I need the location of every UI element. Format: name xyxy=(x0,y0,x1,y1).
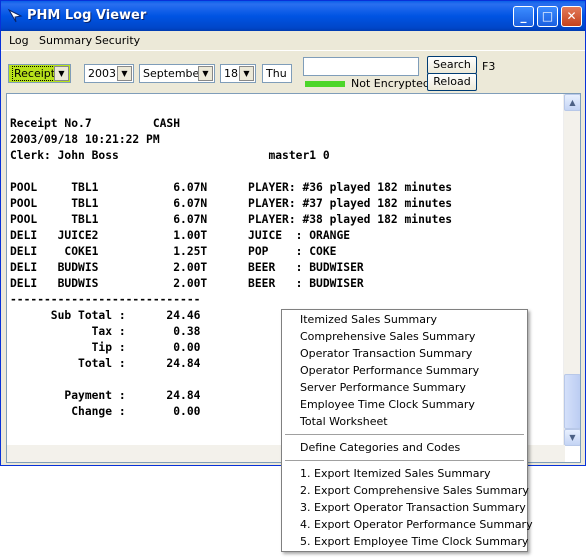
menu-bar: Log Summary Security xyxy=(1,31,585,51)
menu-item-export-employee-time-clock[interactable]: 5. Export Employee Time Clock Summary xyxy=(300,535,528,548)
menu-item-export-operator-performance[interactable]: 4. Export Operator Performance Summary xyxy=(300,518,533,531)
receipt-type-select[interactable]: Receipt ▼ xyxy=(8,64,71,83)
menu-item-total-worksheet[interactable]: Total Worksheet xyxy=(300,415,388,428)
summary-dropdown-menu: Itemized Sales Summary Comprehensive Sal… xyxy=(281,309,533,552)
menu-item-employee-time-clock[interactable]: Employee Time Clock Summary xyxy=(300,398,475,411)
search-input[interactable] xyxy=(303,57,419,76)
receipt-header-line: 2003/09/18 10:21:22 PM xyxy=(10,133,160,146)
menu-item-export-itemized[interactable]: 1. Export Itemized Sales Summary xyxy=(300,467,491,480)
menu-security[interactable]: Security xyxy=(95,34,140,47)
day-value: 18 xyxy=(224,67,238,80)
menu-item-define-categories[interactable]: Define Categories and Codes xyxy=(300,441,460,454)
menu-item-comprehensive-sales[interactable]: Comprehensive Sales Summary xyxy=(300,330,475,343)
receipt-header-line: Receipt No.7 CASH xyxy=(10,117,181,130)
minimize-button[interactable]: _ xyxy=(513,6,534,27)
menu-item-operator-performance[interactable]: Operator Performance Summary xyxy=(300,364,479,377)
month-value: September xyxy=(143,67,204,80)
menu-log[interactable]: Log xyxy=(9,34,29,47)
shortcut-label: F3 xyxy=(482,60,496,73)
receipt-header-line: Clerk: John Boss master1 0 xyxy=(10,149,330,162)
window-title: PHM Log Viewer xyxy=(27,8,147,23)
menu-item-export-comprehensive[interactable]: 2. Export Comprehensive Sales Summary xyxy=(300,484,529,497)
arrow-up-icon[interactable]: ▲ xyxy=(564,94,580,111)
vertical-scrollbar[interactable]: ▲ ▼ xyxy=(563,94,580,446)
encryption-indicator xyxy=(305,81,345,87)
menu-item-operator-transaction[interactable]: Operator Transaction Summary xyxy=(300,347,472,360)
toolbar: Receipt ▼ 2003 ▼ September ▼ 18 ▼ Thu No… xyxy=(1,52,585,92)
arrow-down-icon[interactable]: ▼ xyxy=(564,429,580,446)
receipt-item-line: POOL TBL1 6.07N PLAYER: #37 played 182 m… xyxy=(10,197,453,210)
maximize-button[interactable]: □ xyxy=(537,6,558,27)
menu-separator xyxy=(285,460,524,461)
chevron-down-icon: ▼ xyxy=(239,66,254,81)
weekday-field: Thu xyxy=(262,64,292,83)
year-value: 2003 xyxy=(88,67,116,80)
receipt-item-line: POOL TBL1 6.07N PLAYER: #38 played 182 m… xyxy=(10,213,453,226)
year-select[interactable]: 2003 ▼ xyxy=(84,64,134,83)
receipt-type-value: Receipt xyxy=(12,66,58,81)
chevron-down-icon: ▼ xyxy=(117,66,132,81)
receipt-item-line: POOL TBL1 6.07N PLAYER: #36 played 182 m… xyxy=(10,181,453,194)
menu-item-export-operator-transaction[interactable]: 3. Export Operator Transaction Summary xyxy=(300,501,526,514)
chevron-down-icon: ▼ xyxy=(54,66,69,81)
reload-button[interactable]: Reload xyxy=(427,73,477,91)
close-button[interactable]: ✕ xyxy=(561,6,582,27)
title-bar[interactable]: PHM Log Viewer _ □ ✕ xyxy=(1,1,585,31)
scroll-thumb[interactable] xyxy=(564,374,580,429)
search-button[interactable]: Search xyxy=(427,56,477,74)
menu-summary[interactable]: Summary xyxy=(39,34,92,47)
receipt-item-line: DELI COKE1 1.25T POP : COKE xyxy=(10,245,337,258)
menu-item-server-performance[interactable]: Server Performance Summary xyxy=(300,381,466,394)
month-select[interactable]: September ▼ xyxy=(139,64,215,83)
app-icon xyxy=(7,8,23,23)
menu-item-itemized-sales[interactable]: Itemized Sales Summary xyxy=(300,313,437,326)
chevron-down-icon: ▼ xyxy=(198,66,213,81)
menu-separator xyxy=(285,434,524,435)
day-select[interactable]: 18 ▼ xyxy=(220,64,256,83)
receipt-item-line: DELI BUDWIS 2.00T BEER : BUDWISER xyxy=(10,261,364,274)
encryption-status: Not Encrypted xyxy=(351,77,430,90)
receipt-divider: ---------------------------- xyxy=(10,293,201,306)
receipt-item-line: DELI BUDWIS 2.00T BEER : BUDWISER xyxy=(10,277,364,290)
receipt-item-line: DELI JUICE2 1.00T JUICE : ORANGE xyxy=(10,229,351,242)
